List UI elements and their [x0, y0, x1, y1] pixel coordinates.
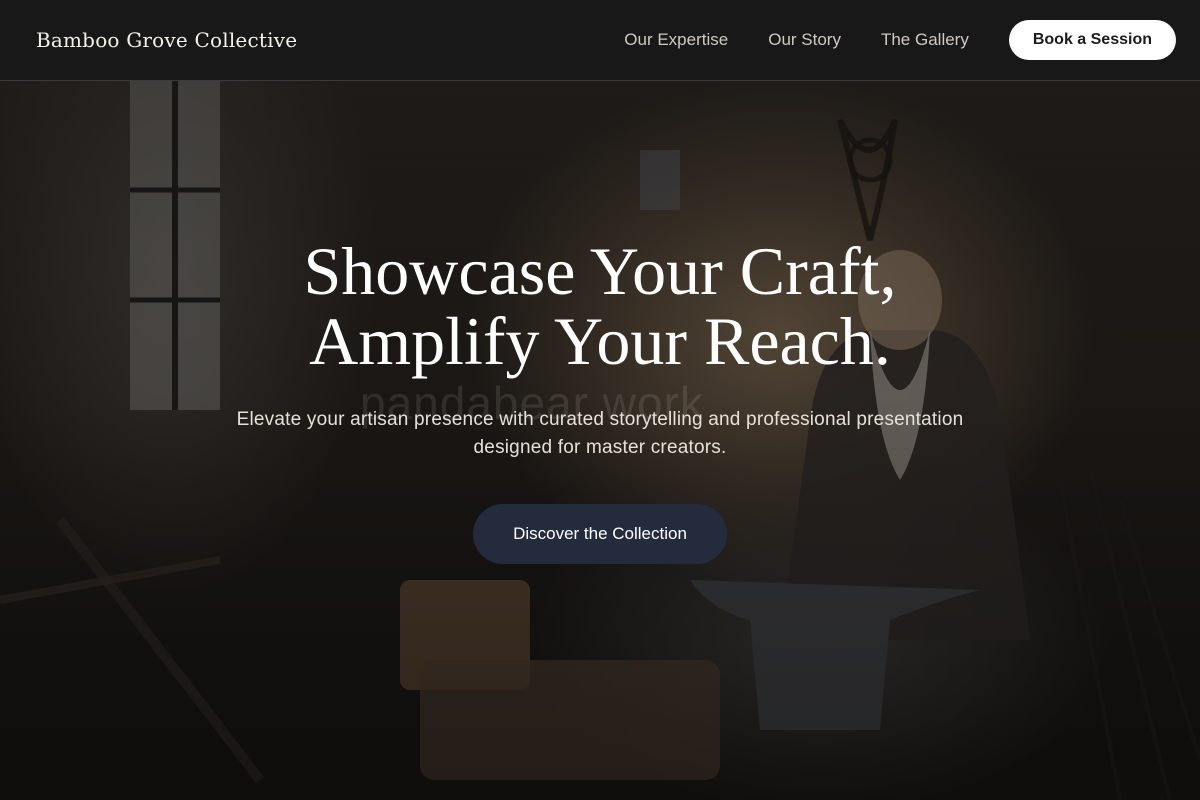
- brand-logo-text[interactable]: Bamboo Grove Collective: [36, 28, 297, 52]
- hero-subtitle-line-2: designed for master creators.: [473, 437, 727, 458]
- page: pandabear work Bamboo Grove Collective O…: [0, 0, 1200, 800]
- hero-subtitle: Elevate your artisan presence with curat…: [170, 406, 1030, 462]
- site-header: Bamboo Grove Collective Our Expertise Ou…: [0, 0, 1200, 81]
- hero-title-line-2: Amplify Your Reach.: [309, 303, 891, 379]
- hero-subtitle-line-1: Elevate your artisan presence with curat…: [236, 409, 964, 430]
- book-session-button[interactable]: Book a Session: [1008, 20, 1176, 60]
- hero-title-line-1: Showcase Your Craft,: [303, 233, 897, 309]
- discover-collection-button[interactable]: Discover the Collection: [473, 504, 727, 564]
- nav-link-the-gallery[interactable]: The Gallery: [881, 30, 969, 50]
- hero-title: Showcase Your Craft, Amplify Your Reach.: [0, 236, 1200, 376]
- nav-link-our-story[interactable]: Our Story: [768, 30, 841, 50]
- main-nav: Our Expertise Our Story The Gallery Book…: [624, 20, 1176, 60]
- hero-section: Showcase Your Craft, Amplify Your Reach.…: [0, 236, 1200, 564]
- nav-link-our-expertise[interactable]: Our Expertise: [624, 30, 728, 50]
